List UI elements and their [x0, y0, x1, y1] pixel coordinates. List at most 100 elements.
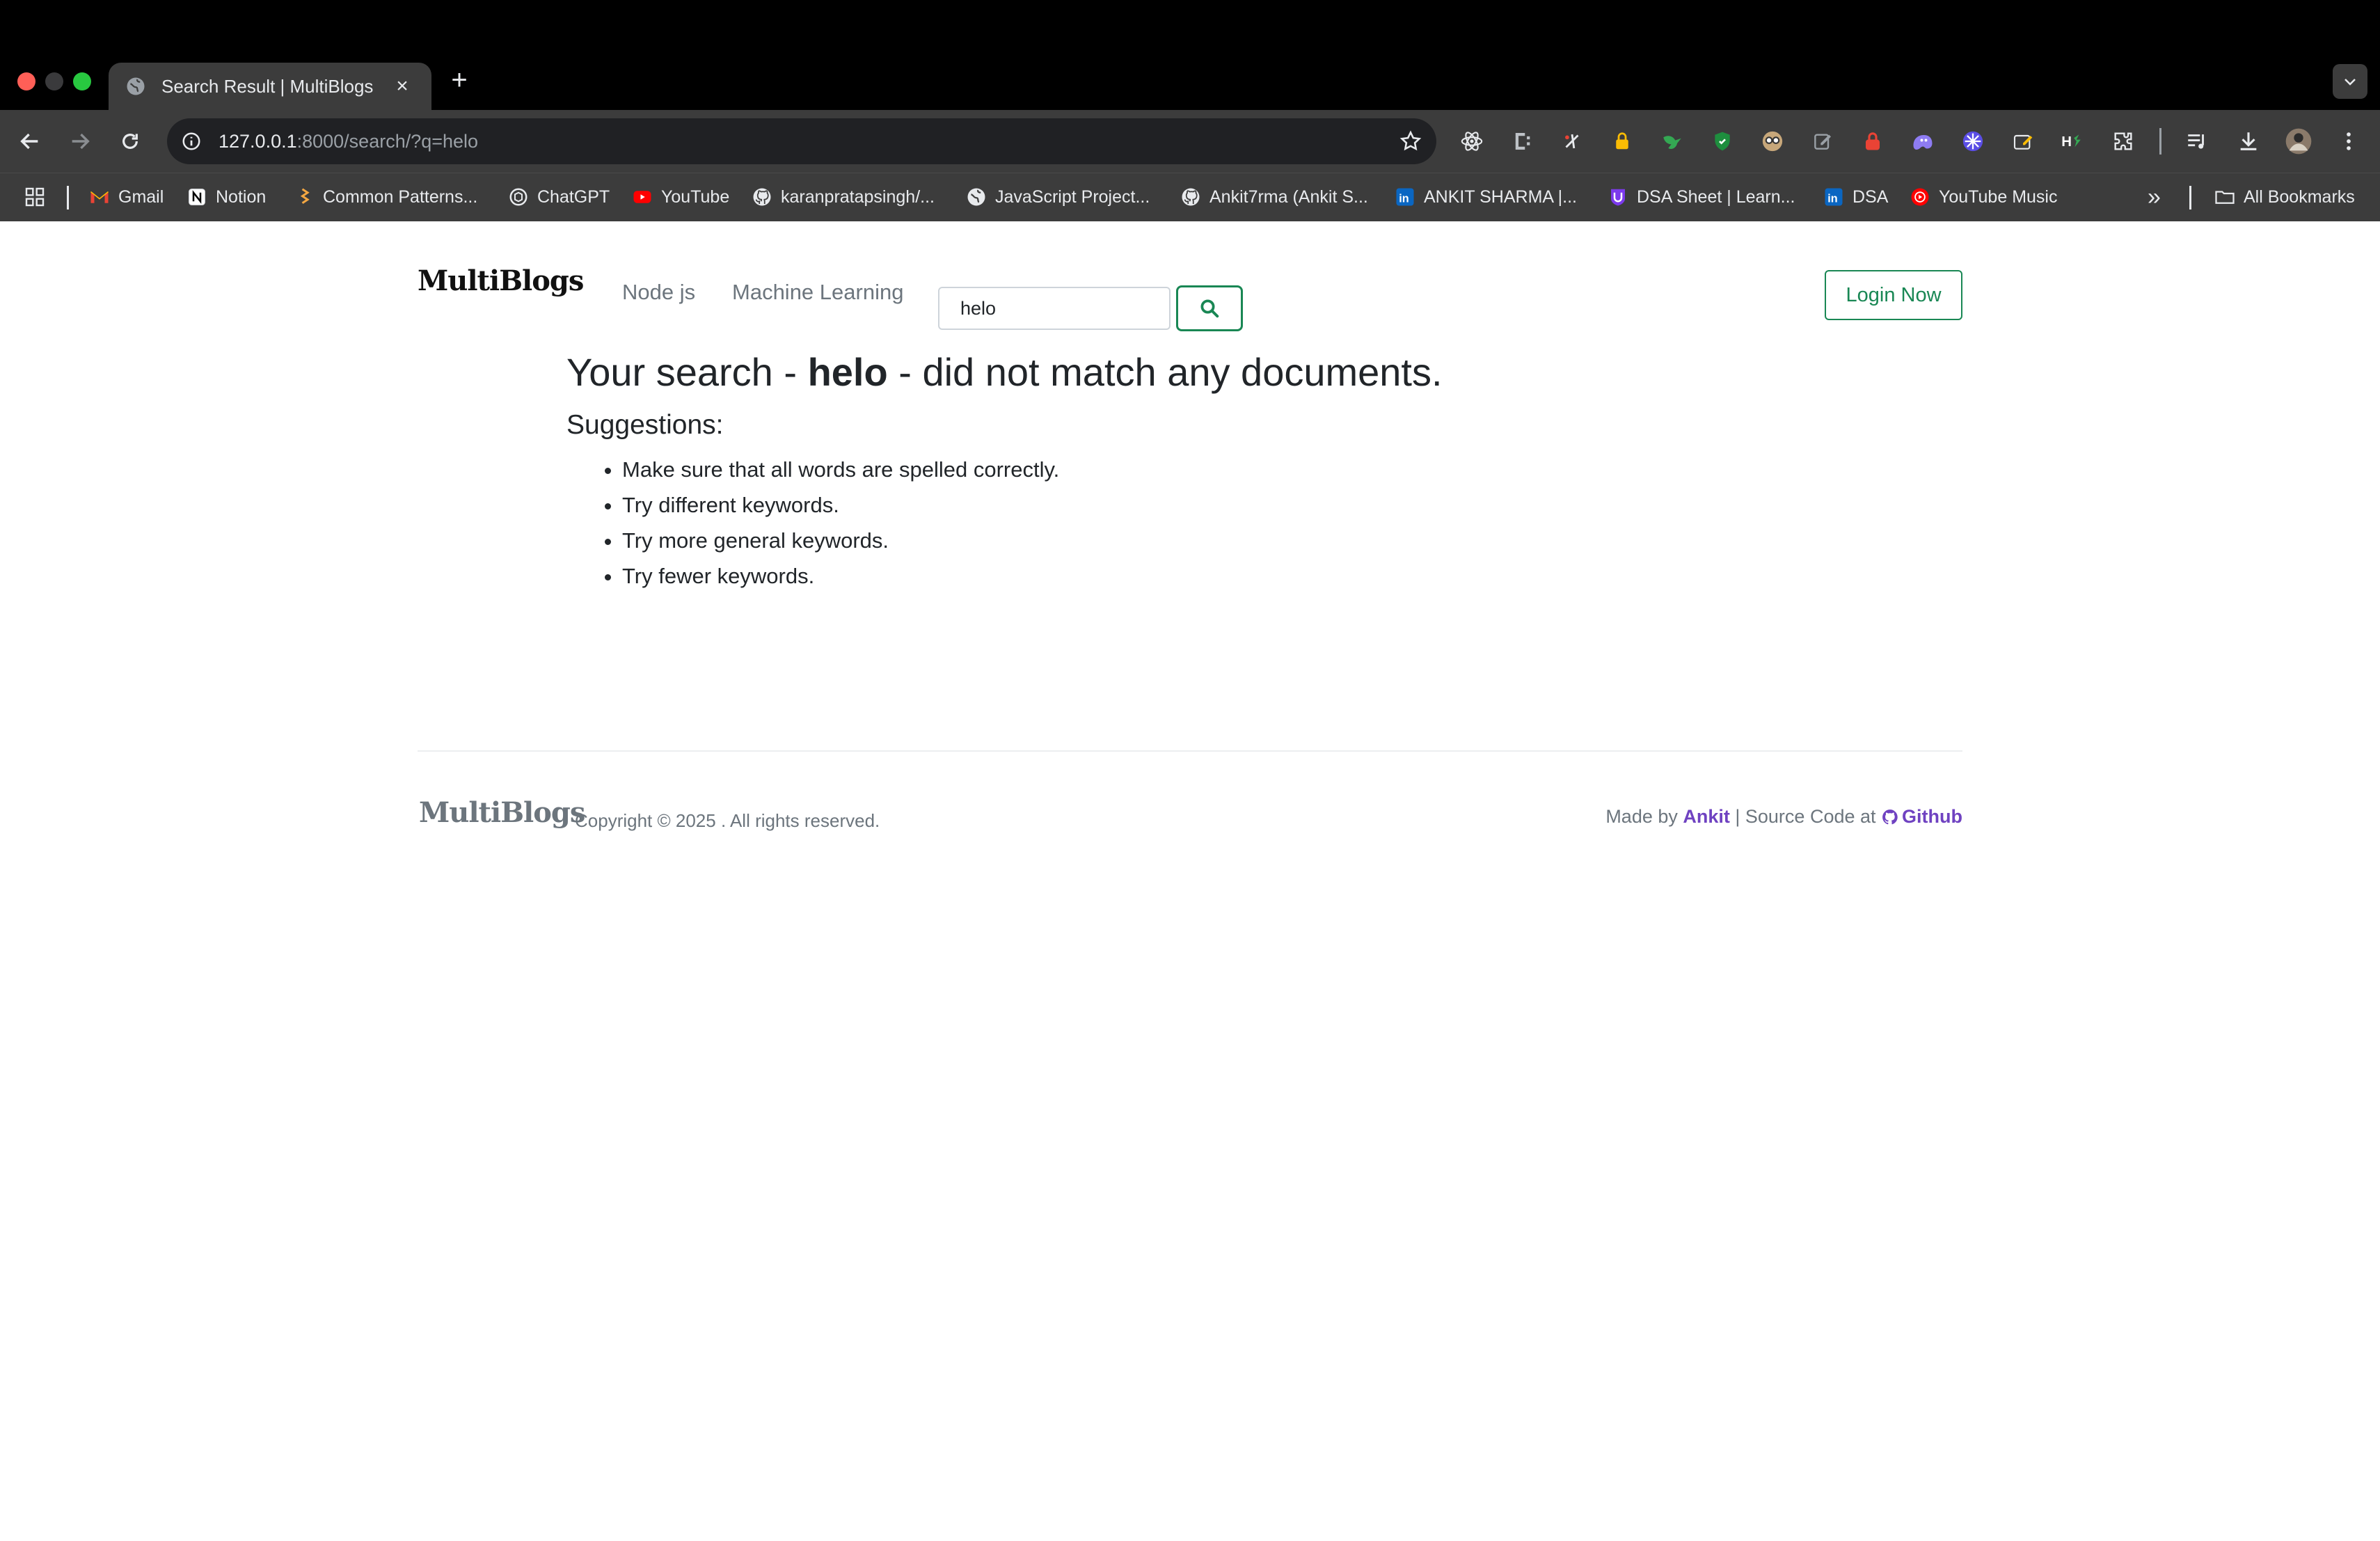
- github-link-label: Github: [1902, 806, 1962, 827]
- maximize-window-button[interactable]: [73, 72, 91, 90]
- more-bookmarks-button[interactable]: »: [2148, 183, 2161, 211]
- bookmark-label: DSA Sheet | Learn...: [1637, 187, 1795, 207]
- bookmark-javascript-project[interactable]: JavaScript Project...: [966, 183, 1150, 211]
- edit-icon[interactable]: [1808, 127, 1837, 156]
- glasses-extension-icon[interactable]: [1758, 127, 1787, 156]
- author-link[interactable]: Ankit: [1683, 806, 1730, 828]
- nav-link-node-js[interactable]: Node js: [622, 280, 695, 305]
- suggestion-item: Try fewer keywords.: [622, 558, 1819, 594]
- kebab-menu-icon[interactable]: [2334, 127, 2363, 156]
- all-bookmarks-label: All Bookmarks: [2244, 187, 2355, 207]
- svg-text:in: in: [1399, 193, 1409, 205]
- bookmark-common-patterns[interactable]: Common Patterns...: [294, 183, 477, 211]
- footer-logo[interactable]: MultiBlogs: [419, 796, 585, 829]
- bookmark-label: Ankit7rma (Ankit S...: [1209, 187, 1368, 207]
- apps-grid-icon[interactable]: [24, 183, 46, 211]
- footer-divider: [418, 750, 1962, 752]
- notes-extension-icon[interactable]: [2008, 127, 2038, 156]
- red-lock-icon[interactable]: [1858, 127, 1887, 156]
- site-logo[interactable]: MultiBlogs: [418, 264, 584, 297]
- reload-button[interactable]: [114, 125, 146, 157]
- folder-icon: [2215, 191, 2235, 204]
- bookmark-label: karanpratapsingh/...: [781, 187, 935, 207]
- login-button[interactable]: Login Now: [1825, 270, 1962, 320]
- extension-c-icon[interactable]: [1507, 127, 1537, 156]
- patterns-icon: [300, 188, 310, 204]
- browser-toolbar: 127.0.0.1:8000/search/?q=helo H: [0, 110, 2380, 173]
- bookmark-star-icon[interactable]: [1399, 129, 1422, 153]
- bird-extension-icon[interactable]: [1658, 127, 1687, 156]
- close-window-button[interactable]: [17, 72, 35, 90]
- bookmark-label: DSA: [1853, 187, 1889, 207]
- search-input[interactable]: [938, 287, 1171, 330]
- chevron-down-icon: [2345, 79, 2356, 86]
- tab-search-button[interactable]: [2333, 64, 2367, 99]
- bookmark-label: ChatGPT: [537, 187, 610, 207]
- suggestion-item: Try more general keywords.: [622, 523, 1819, 558]
- toolbar-separator: [2159, 128, 2161, 155]
- globe-icon: [127, 77, 145, 95]
- bookmark-dsa[interactable]: in DSA: [1823, 183, 1888, 211]
- bookmark-dsa-sheet[interactable]: DSA Sheet | Learn...: [1608, 183, 1795, 211]
- ghost-extension-icon[interactable]: [1908, 127, 1937, 156]
- bookmark-label: Gmail: [118, 187, 164, 207]
- extension-picker-icon[interactable]: [1557, 127, 1587, 156]
- bookmarks-bar: Gmail Notion Common Patterns... ChatGPT …: [0, 173, 2380, 221]
- media-control-icon[interactable]: [2182, 127, 2212, 156]
- dsa-icon: [1611, 189, 1625, 206]
- site-footer: MultiBlogs Copyright © 2025 . All rights…: [418, 796, 1962, 838]
- bookmark-gmail[interactable]: Gmail: [89, 183, 164, 211]
- globe-icon: [967, 188, 985, 206]
- hackerrank-icon[interactable]: H: [2058, 127, 2088, 156]
- site-header: MultiBlogs Node js Machine Learning Logi…: [418, 245, 1962, 331]
- lock-extension-icon[interactable]: [1608, 127, 1637, 156]
- new-tab-button[interactable]: +: [445, 63, 473, 97]
- profile-avatar-icon[interactable]: [2284, 127, 2313, 156]
- linkedin-icon: in: [1825, 188, 1843, 206]
- bookmark-youtube[interactable]: YouTube: [632, 183, 729, 211]
- shield-icon[interactable]: [1708, 127, 1737, 156]
- youtube-music-icon: [1911, 188, 1929, 206]
- bookmark-notion[interactable]: Notion: [187, 183, 266, 211]
- chatgpt-icon: [509, 188, 527, 206]
- made-by-text: Made by: [1605, 806, 1683, 827]
- github-icon: [1182, 188, 1200, 206]
- bookmark-label: YouTube Music: [1939, 187, 2058, 207]
- download-icon[interactable]: [2234, 127, 2263, 156]
- svg-text:H: H: [2061, 134, 2072, 150]
- active-tab[interactable]: Search Result | MultiBlogs ×: [109, 63, 431, 110]
- result-suffix: - did not match any documents.: [887, 350, 1443, 394]
- search-results: Your search - helo - did not match any d…: [566, 349, 1819, 594]
- bookmark-label: Notion: [216, 187, 267, 207]
- browser-chrome: Search Result | MultiBlogs × + 127.0.0.1…: [0, 0, 2380, 221]
- suggestion-item: Make sure that all words are spelled cor…: [622, 452, 1819, 487]
- puzzle-icon[interactable]: [2109, 127, 2138, 156]
- copyright-text: Copyright © 2025 . All rights reserved.: [575, 810, 880, 831]
- bookmarks-separator: [2189, 186, 2191, 210]
- bookmark-chatgpt[interactable]: ChatGPT: [508, 183, 610, 211]
- react-devtools-icon[interactable]: [1457, 127, 1486, 156]
- all-bookmarks-button[interactable]: All Bookmarks: [2214, 183, 2355, 211]
- address-bar[interactable]: 127.0.0.1:8000/search/?q=helo: [167, 118, 1436, 164]
- burst-extension-icon[interactable]: [1958, 127, 1988, 156]
- search-button[interactable]: [1176, 285, 1243, 331]
- bookmark-ankit7rma[interactable]: Ankit7rma (Ankit S...: [1180, 183, 1368, 211]
- github-link[interactable]: Github: [1881, 806, 1962, 828]
- bookmark-label: YouTube: [661, 187, 730, 207]
- site-info-icon[interactable]: [181, 131, 202, 152]
- bookmark-label: JavaScript Project...: [995, 187, 1150, 207]
- bookmark-youtube-music[interactable]: YouTube Music: [1910, 183, 2057, 211]
- forward-button[interactable]: [64, 125, 96, 157]
- minimize-window-button[interactable]: [45, 72, 63, 90]
- bookmark-karanpratapsingh[interactable]: karanpratapsingh/...: [752, 183, 935, 211]
- linkedin-icon: in: [1396, 188, 1414, 206]
- back-button[interactable]: [14, 125, 46, 157]
- bookmark-ankit-sharma[interactable]: in ANKIT SHARMA |...: [1395, 183, 1577, 211]
- gmail-icon: [90, 191, 109, 203]
- url-text[interactable]: 127.0.0.1:8000/search/?q=helo: [219, 131, 478, 152]
- nav-link-machine-learning[interactable]: Machine Learning: [732, 280, 903, 305]
- tab-close-icon[interactable]: ×: [390, 74, 415, 98]
- tab-title: Search Result | MultiBlogs: [161, 75, 374, 97]
- search-icon: [1200, 299, 1219, 318]
- page-content: MultiBlogs Node js Machine Learning Logi…: [0, 221, 2380, 1541]
